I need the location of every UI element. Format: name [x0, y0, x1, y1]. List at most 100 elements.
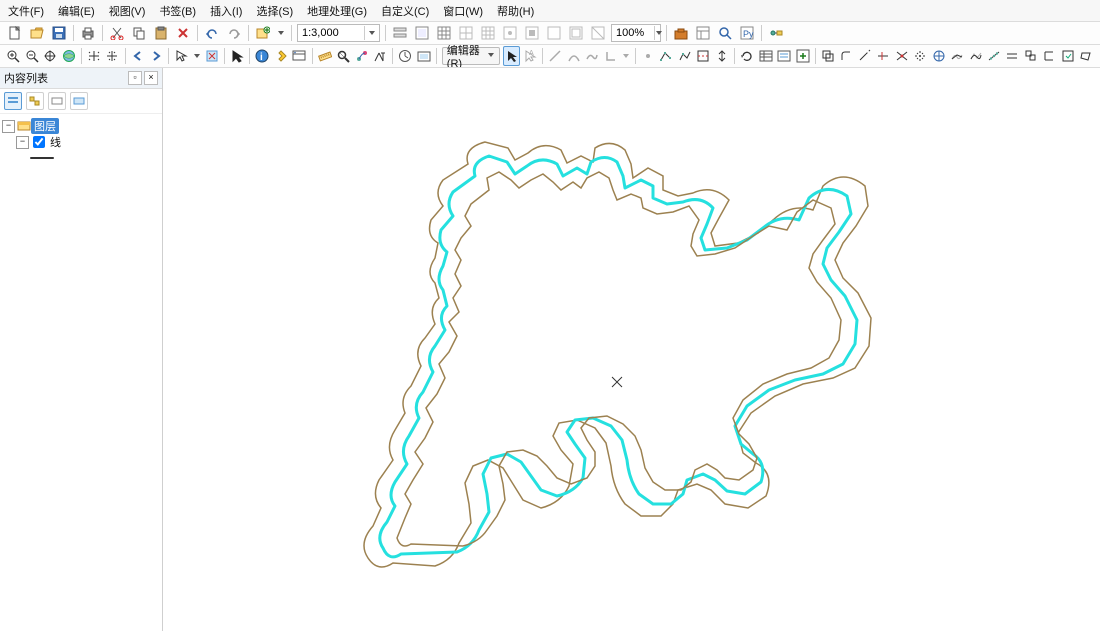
clear-selection-icon[interactable]	[204, 46, 220, 66]
segment-dropdown-icon[interactable]	[621, 46, 631, 66]
edit-vertices-icon[interactable]	[658, 46, 674, 66]
end-point-arc-icon[interactable]	[565, 46, 581, 66]
editor-toolbar-toggle-icon[interactable]	[390, 23, 410, 43]
grid6-icon[interactable]	[566, 23, 586, 43]
align-edge-icon[interactable]	[1041, 46, 1057, 66]
select-arrow-icon[interactable]	[229, 46, 245, 66]
search-window-icon[interactable]	[715, 23, 735, 43]
construct-geodetic-icon[interactable]	[930, 46, 946, 66]
copy-parallel-icon[interactable]	[1004, 46, 1020, 66]
split-icon[interactable]	[714, 46, 730, 66]
zoom-in-icon[interactable]	[5, 46, 21, 66]
menu-customize[interactable]: 自定义(C)	[381, 3, 429, 19]
cut-icon[interactable]	[107, 23, 127, 43]
right-angle-icon[interactable]	[602, 46, 618, 66]
grid7-icon[interactable]	[588, 23, 608, 43]
identify-icon[interactable]: i	[254, 46, 270, 66]
menu-bookmark[interactable]: 书签(B)	[159, 3, 196, 19]
collapse-icon[interactable]: −	[2, 120, 15, 133]
extend-icon[interactable]	[856, 46, 872, 66]
next-extent-icon[interactable]	[148, 46, 164, 66]
grid5-icon[interactable]	[544, 23, 564, 43]
layout-view-icon[interactable]	[412, 23, 432, 43]
find-icon[interactable]	[335, 46, 351, 66]
hyperlink-icon[interactable]	[273, 46, 289, 66]
menu-edit[interactable]: 编辑(E)	[58, 3, 95, 19]
fixed-zoom-in-icon[interactable]	[86, 46, 102, 66]
delete-icon[interactable]	[173, 23, 193, 43]
copy-features-icon[interactable]	[820, 46, 836, 66]
open-folder-icon[interactable]	[27, 23, 47, 43]
planarize-icon[interactable]	[1023, 46, 1039, 66]
reshape-icon[interactable]	[677, 46, 693, 66]
full-extent-icon[interactable]	[60, 46, 76, 66]
generalize-icon[interactable]	[949, 46, 965, 66]
toolbox-icon[interactable]	[671, 23, 691, 43]
catalog-icon[interactable]	[693, 23, 713, 43]
fillet-icon[interactable]	[838, 46, 854, 66]
pan-icon[interactable]	[42, 46, 58, 66]
select-features-dropdown-icon[interactable]	[192, 46, 202, 66]
list-by-selection-icon[interactable]	[70, 92, 88, 110]
grid3-icon[interactable]	[500, 23, 520, 43]
toc-close-icon[interactable]: ×	[144, 71, 158, 85]
zoom-pct-combo[interactable]	[611, 24, 661, 42]
prev-extent-icon[interactable]	[129, 46, 145, 66]
edit-annotation-icon[interactable]: A	[522, 46, 538, 66]
grid4-icon[interactable]	[522, 23, 542, 43]
menu-window[interactable]: 窗口(W)	[443, 3, 483, 19]
print-icon[interactable]	[78, 23, 98, 43]
list-by-source-icon[interactable]	[26, 92, 44, 110]
trim-icon[interactable]	[875, 46, 891, 66]
menu-help[interactable]: 帮助(H)	[497, 3, 534, 19]
attributes-icon[interactable]	[757, 46, 773, 66]
editor-dropdown[interactable]: 编辑器(R)	[442, 47, 500, 65]
list-by-drawing-order-icon[interactable]	[4, 92, 22, 110]
python-window-icon[interactable]: Py	[737, 23, 757, 43]
layer-visibility-checkbox[interactable]	[33, 136, 45, 148]
menu-select[interactable]: 选择(S)	[256, 3, 293, 19]
sketch-properties-icon[interactable]	[776, 46, 792, 66]
create-features-icon[interactable]	[794, 46, 810, 66]
add-data-icon[interactable]	[253, 23, 273, 43]
paste-icon[interactable]	[151, 23, 171, 43]
point-icon[interactable]	[640, 46, 656, 66]
list-by-visibility-icon[interactable]	[48, 92, 66, 110]
redo-icon[interactable]	[224, 23, 244, 43]
select-features-icon[interactable]	[173, 46, 189, 66]
line-intersection-icon[interactable]	[893, 46, 909, 66]
menu-geoprocess[interactable]: 地理处理(G)	[307, 3, 367, 19]
model-builder-icon[interactable]	[766, 23, 786, 43]
straight-segment-icon[interactable]	[547, 46, 563, 66]
fixed-zoom-out-icon[interactable]	[104, 46, 120, 66]
zoom-pct-input[interactable]	[612, 26, 654, 40]
html-popup-icon[interactable]	[291, 46, 307, 66]
edit-tool-arrow-icon[interactable]	[503, 46, 519, 66]
menu-insert[interactable]: 插入(I)	[210, 3, 242, 19]
copy-icon[interactable]	[129, 23, 149, 43]
grid-icon[interactable]	[456, 23, 476, 43]
undo-icon[interactable]	[202, 23, 222, 43]
explode-icon[interactable]	[912, 46, 928, 66]
chevron-down-icon[interactable]	[654, 26, 663, 40]
toc-root-row[interactable]: − 图层	[2, 118, 160, 134]
scale-input[interactable]	[298, 26, 364, 40]
map-canvas[interactable]	[163, 68, 1100, 631]
toc-pin-icon[interactable]: ▫	[128, 71, 142, 85]
trace-icon[interactable]	[584, 46, 600, 66]
zoom-out-icon[interactable]	[23, 46, 39, 66]
smooth-icon[interactable]	[967, 46, 983, 66]
table-icon[interactable]	[434, 23, 454, 43]
construct-points-icon[interactable]	[986, 46, 1002, 66]
measure-icon[interactable]	[316, 46, 332, 66]
time-slider-icon[interactable]	[397, 46, 413, 66]
cut-polygons-icon[interactable]	[695, 46, 711, 66]
scale-combo[interactable]	[297, 24, 380, 42]
add-data-dropdown-icon[interactable]	[275, 23, 287, 43]
construct-polygons-icon[interactable]	[1078, 46, 1094, 66]
create-viewer-icon[interactable]	[416, 46, 432, 66]
grid2-icon[interactable]	[478, 23, 498, 43]
replace-geometry-icon[interactable]	[1060, 46, 1076, 66]
menu-file[interactable]: 文件(F)	[8, 3, 44, 19]
new-doc-icon[interactable]	[5, 23, 25, 43]
